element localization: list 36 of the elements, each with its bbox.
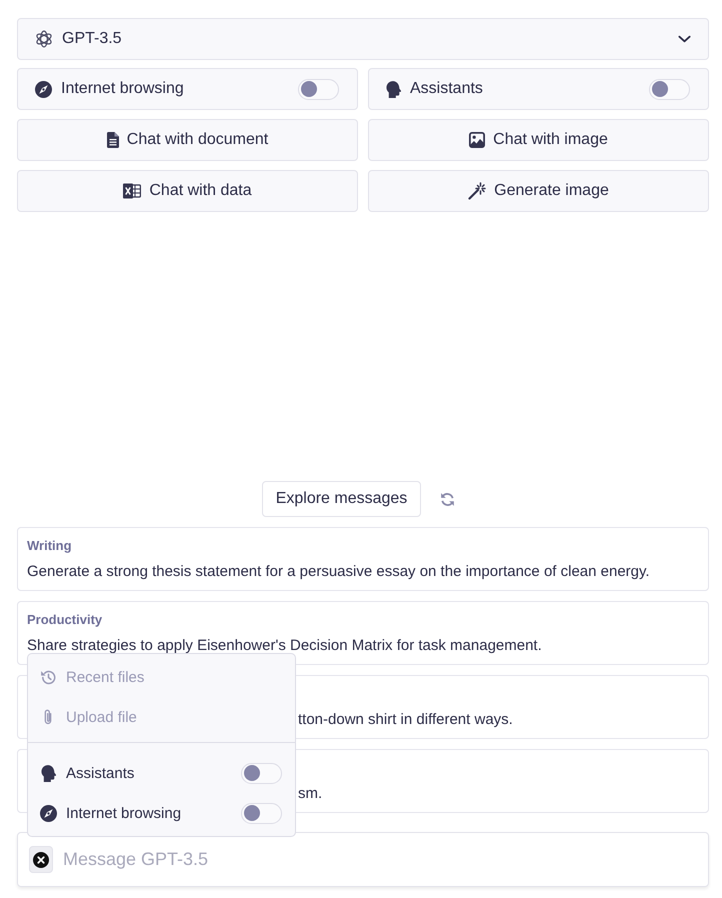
toggle-switch[interactable] [649,78,690,100]
spreadsheet-icon [123,183,142,199]
compass-icon [40,804,56,822]
history-icon [40,668,56,686]
prompt-text: Share strategies to apply Eisenhower's Decision Matrix for task management. [27,636,543,656]
action-button[interactable]: Chat with image [368,119,709,161]
paperclip-icon [43,708,53,726]
prompt-text: sm. [298,784,324,804]
explore-button[interactable]: Explore messages [262,481,422,517]
prompt-text: tton-down shirt in different ways. [298,710,514,730]
prompt-card[interactable]: Writing Generate a strong thesis statement for a persuasive essay on the importance of clean energy. [17,527,709,591]
head-icon [40,764,56,782]
close-icon [33,852,49,868]
toggle-label: Internet browsing [61,80,185,98]
toggle-label: Assistants [410,80,484,98]
action-button[interactable]: Chat with data [17,170,358,212]
action-button[interactable]: Generate image [368,170,709,212]
chevron-down-icon [678,35,691,43]
compass-icon [35,80,52,98]
image-icon [469,132,486,148]
clear-button[interactable] [29,846,53,873]
wand-icon [468,182,486,200]
refresh-icon[interactable] [440,492,456,506]
prompt-text: Generate a strong thesis statement for a persuasive essay on the importance of clean energy. [27,562,651,582]
model-select[interactable]: GPT-3.5 [17,18,709,60]
atom-icon [35,30,53,48]
prompt-category: Writing [27,537,73,555]
toggle-switch[interactable] [241,762,282,784]
toggle-switch[interactable] [298,78,339,100]
toggle-switch[interactable] [241,802,282,824]
prompt-category: Productivity [27,611,104,629]
prompt-card[interactable]: Productivity Share strategies to apply Eisenhower's Decision Matrix for task management. [17,601,709,665]
document-icon [106,132,119,148]
action-button[interactable]: Chat with document [17,119,358,161]
toggle-label: Assistants [66,764,136,782]
head-icon [386,80,401,98]
